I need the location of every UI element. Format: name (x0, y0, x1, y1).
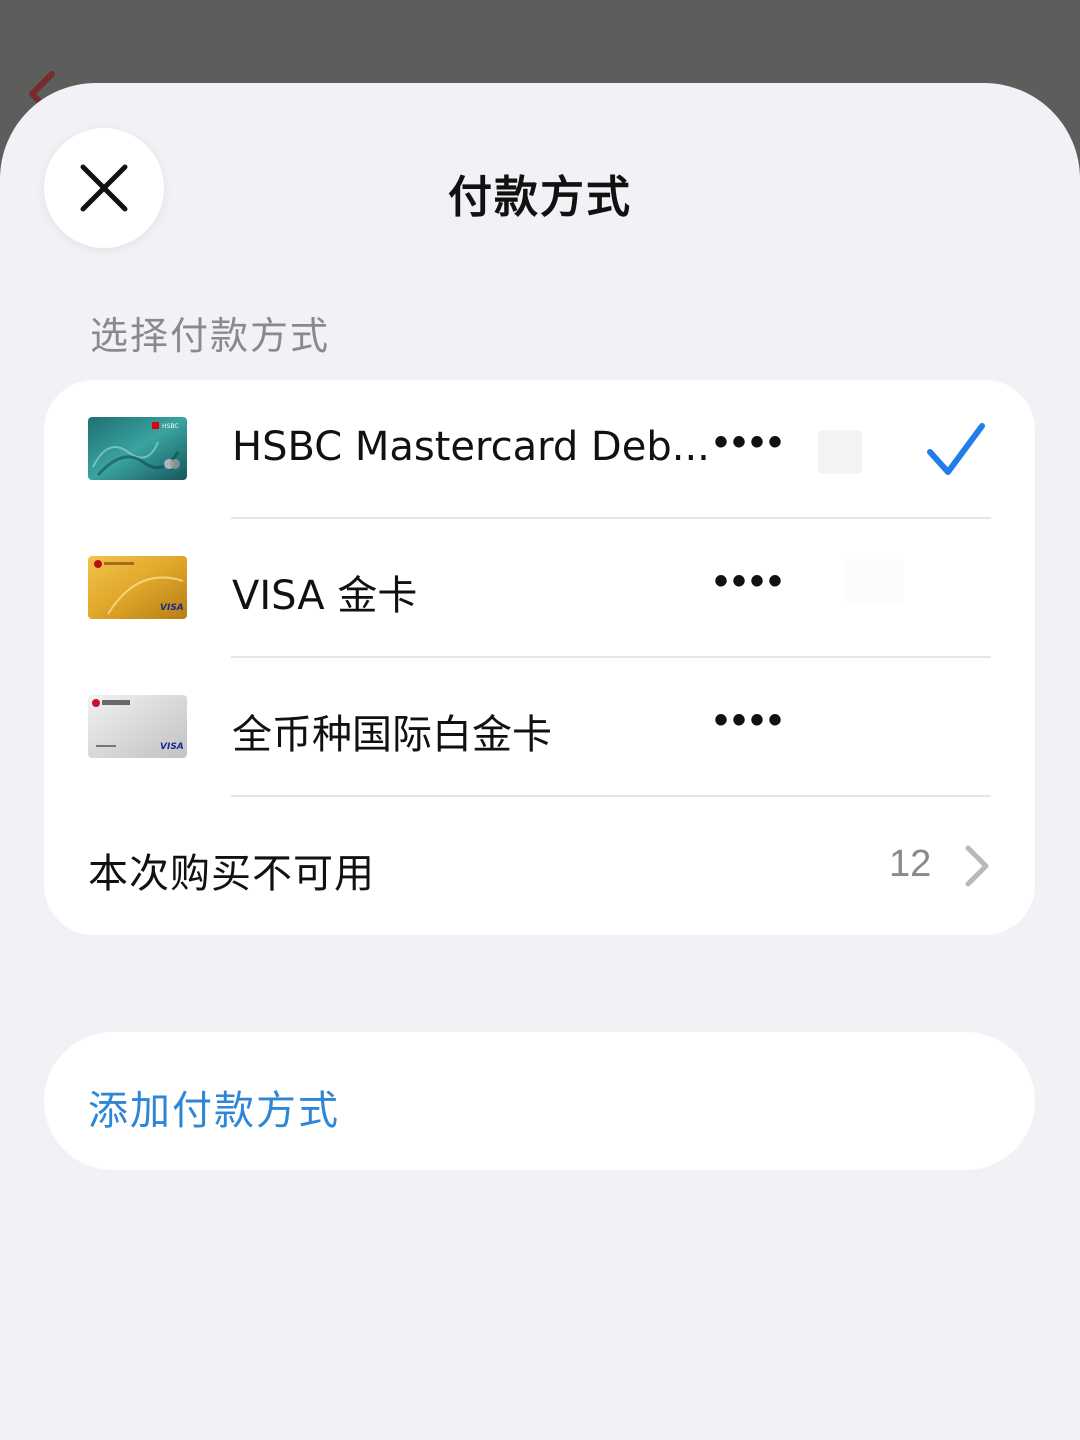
chevron-right-icon (965, 845, 989, 887)
card-thumbnail-platinum: VISA (88, 695, 187, 758)
card-masked-number: •••• (714, 559, 787, 603)
checkmark-icon (927, 423, 985, 475)
card-thumbnail-hsbc: HSBC (88, 417, 187, 480)
card-masked-number: •••• (714, 698, 787, 742)
unavailable-count: 12 (889, 843, 932, 885)
add-payment-method-button[interactable]: 添加付款方式 (44, 1032, 1035, 1170)
redacted-digits (818, 430, 862, 474)
payment-method-sheet: 付款方式 选择付款方式 HSBC HSBC Mastercard Deb... … (0, 83, 1080, 1440)
redacted-digits (844, 559, 904, 603)
card-masked-number: •••• (714, 420, 787, 464)
card-brand-text: VISA (160, 603, 184, 613)
page-title: 付款方式 (448, 172, 632, 223)
section-label: 选择付款方式 (90, 314, 331, 358)
unavailable-methods-row[interactable]: 本次购买不可用 12 (44, 797, 1035, 935)
card-list: HSBC HSBC Mastercard Deb... •••• VISA VI… (44, 380, 1035, 935)
card-thumbnail-visa-gold: VISA (88, 556, 187, 619)
card-row-platinum[interactable]: VISA 全币种国际白金卡 •••• (44, 658, 1035, 797)
card-name: 全币种国际白金卡 (232, 712, 552, 758)
card-name: VISA 金卡 (232, 573, 418, 619)
card-row-hsbc[interactable]: HSBC HSBC Mastercard Deb... •••• (44, 380, 1035, 519)
card-row-visa-gold[interactable]: VISA VISA 金卡 •••• (44, 519, 1035, 658)
card-brand-text: HSBC (162, 423, 179, 430)
add-payment-method-label: 添加付款方式 (88, 1088, 340, 1134)
card-brand-text: VISA (160, 742, 184, 752)
unavailable-label: 本次购买不可用 (88, 851, 375, 897)
card-name: HSBC Mastercard Deb... (232, 424, 710, 470)
